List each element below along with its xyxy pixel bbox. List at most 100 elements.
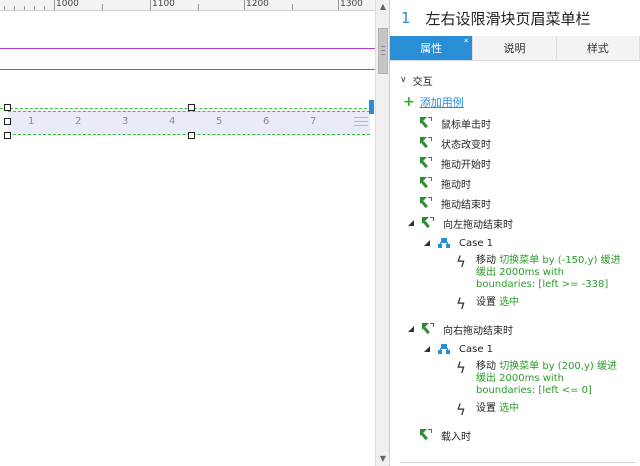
ruler-tick xyxy=(44,6,45,10)
action-detail: 切换菜单 by (-150,y) 缓进缓出 2000ms with bounda… xyxy=(476,255,621,290)
ruler-label: 1200 xyxy=(246,0,269,9)
ruler-tick xyxy=(150,0,151,10)
event-drag-left-end[interactable]: 向左拖动结束时 xyxy=(390,213,640,233)
case-tree-icon xyxy=(438,238,450,248)
inspector-panel: 1 左右设限滑块页眉菜单栏 属性 * 说明 样式 ∨ 交互 + 添加用例 鼠标单… xyxy=(389,0,640,466)
horizontal-ruler: 1000 1100 1200 1300 xyxy=(0,0,375,11)
event-cursor-icon xyxy=(420,429,432,441)
event-label: 拖动开始时 xyxy=(441,159,491,171)
panel-header: 1 左右设限滑块页眉菜单栏 xyxy=(390,0,640,36)
case-row[interactable]: Case 1 xyxy=(390,339,640,359)
resize-handle[interactable] xyxy=(4,132,11,139)
case-label: Case 1 xyxy=(459,343,494,355)
case-row[interactable]: Case 1 xyxy=(390,233,640,253)
action-detail: 选中 xyxy=(499,403,520,414)
action-text: 移动 切换菜单 by (-150,y) 缓进缓出 2000ms with bou… xyxy=(476,255,626,291)
guide-line[interactable] xyxy=(0,69,375,70)
menu-item-number[interactable]: 2 xyxy=(75,116,81,127)
section-interactions[interactable]: ∨ 交互 xyxy=(390,69,640,91)
guide-line[interactable] xyxy=(0,48,375,49)
event-label: 向右拖动结束时 xyxy=(443,325,513,337)
event-cursor-icon xyxy=(420,157,432,169)
resize-handle[interactable] xyxy=(4,104,11,111)
menu-item-number[interactable]: 7 xyxy=(310,116,316,127)
case-tree-icon xyxy=(438,344,450,354)
action-set[interactable]: ϟ 设置 选中 xyxy=(390,297,640,315)
chevron-down-icon[interactable]: ∨ xyxy=(400,75,407,85)
menu-item-number[interactable]: 4 xyxy=(169,116,175,127)
ruler-tick xyxy=(54,0,55,10)
action-verb: 设置 xyxy=(476,297,496,308)
event-cursor-icon xyxy=(422,217,434,229)
scroll-thumb[interactable] xyxy=(378,28,388,74)
menu-item-number[interactable]: 5 xyxy=(216,116,222,127)
case-label: Case 1 xyxy=(459,237,494,249)
event-label: 载入时 xyxy=(441,431,471,443)
design-canvas[interactable]: 1000 1100 1200 1300 1 2 3 4 5 6 7 xyxy=(0,0,375,466)
event-label: 向左拖动结束时 xyxy=(443,219,513,231)
event-load[interactable]: 载入时 xyxy=(390,425,640,445)
inspector-tabs: 属性 * 说明 样式 xyxy=(390,36,640,61)
action-text: 设置 选中 xyxy=(476,403,626,415)
event-label: 拖动时 xyxy=(441,179,471,191)
scroll-down-icon[interactable]: ▼ xyxy=(376,452,390,466)
tab-style[interactable]: 样式 xyxy=(556,36,640,60)
event-drag-end[interactable]: 拖动结束时 xyxy=(390,193,640,213)
tab-label: 说明 xyxy=(503,42,526,55)
tab-notes[interactable]: 说明 xyxy=(473,36,557,60)
section-label: 交互 xyxy=(412,76,433,88)
plus-icon: + xyxy=(403,94,415,110)
ruler-label: 1300 xyxy=(340,0,363,9)
collapse-triangle-icon[interactable] xyxy=(408,220,414,226)
ruler-tick xyxy=(24,6,25,10)
action-text: 移动 切换菜单 by (200,y) 缓进缓出 2000ms with boun… xyxy=(476,361,626,397)
collapse-triangle-icon[interactable] xyxy=(408,326,414,332)
event-state-change[interactable]: 状态改变时 xyxy=(390,133,640,153)
action-move[interactable]: ϟ 移动 切换菜单 by (-150,y) 缓进缓出 2000ms with b… xyxy=(390,255,640,291)
scroll-up-icon[interactable]: ▲ xyxy=(376,0,390,14)
action-detail: 选中 xyxy=(499,297,520,308)
resize-handle[interactable] xyxy=(188,104,195,111)
resize-handle[interactable] xyxy=(4,118,11,125)
event-label: 拖动结束时 xyxy=(441,199,491,211)
ruler-label: 1000 xyxy=(56,0,79,9)
lightning-icon: ϟ xyxy=(456,253,466,271)
event-cursor-icon xyxy=(420,177,432,189)
menu-item-number[interactable]: 3 xyxy=(122,116,128,127)
menu-item-number[interactable]: 1 xyxy=(28,116,34,127)
action-move[interactable]: ϟ 移动 切换菜单 by (200,y) 缓进缓出 2000ms with bo… xyxy=(390,361,640,397)
ruler-tick xyxy=(338,0,339,10)
event-cursor-icon xyxy=(420,117,432,129)
action-verb: 设置 xyxy=(476,403,496,414)
action-verb: 移动 xyxy=(476,255,496,266)
collapse-triangle-icon[interactable] xyxy=(424,240,430,246)
ruler-tick xyxy=(34,6,35,10)
event-cursor-icon xyxy=(420,137,432,149)
modified-badge: * xyxy=(463,38,469,48)
interaction-tree: ∨ 交互 + 添加用例 鼠标单击时 状态改变时 拖动开始时 拖动时 拖动结束时 xyxy=(390,61,640,445)
resize-handle[interactable] xyxy=(188,132,195,139)
add-case-link[interactable]: + 添加用例 xyxy=(390,91,640,113)
menu-lines-icon xyxy=(354,117,368,129)
add-case-label: 添加用例 xyxy=(419,96,464,109)
ruler-tick xyxy=(14,6,15,10)
page-title[interactable]: 左右设限滑块页眉菜单栏 xyxy=(426,8,591,29)
event-label: 状态改变时 xyxy=(441,139,491,151)
event-cursor-icon xyxy=(420,197,432,209)
tab-label: 样式 xyxy=(586,42,609,55)
selection-marker xyxy=(369,100,374,114)
menu-item-number[interactable]: 6 xyxy=(263,116,269,127)
action-set[interactable]: ϟ 设置 选中 xyxy=(390,403,640,421)
ruler-tick xyxy=(198,4,199,10)
event-cursor-icon xyxy=(422,323,434,335)
event-drag-start[interactable]: 拖动开始时 xyxy=(390,153,640,173)
lightning-icon: ϟ xyxy=(456,359,466,377)
event-drag-right-end[interactable]: 向右拖动结束时 xyxy=(390,319,640,339)
event-mouse-click[interactable]: 鼠标单击时 xyxy=(390,113,640,133)
page-number: 1 xyxy=(401,9,411,27)
collapse-triangle-icon[interactable] xyxy=(424,346,430,352)
event-drag[interactable]: 拖动时 xyxy=(390,173,640,193)
ruler-label: 1100 xyxy=(152,0,175,9)
tab-properties[interactable]: 属性 * xyxy=(390,36,474,60)
vertical-scrollbar[interactable]: ▲ ▼ xyxy=(375,0,389,466)
